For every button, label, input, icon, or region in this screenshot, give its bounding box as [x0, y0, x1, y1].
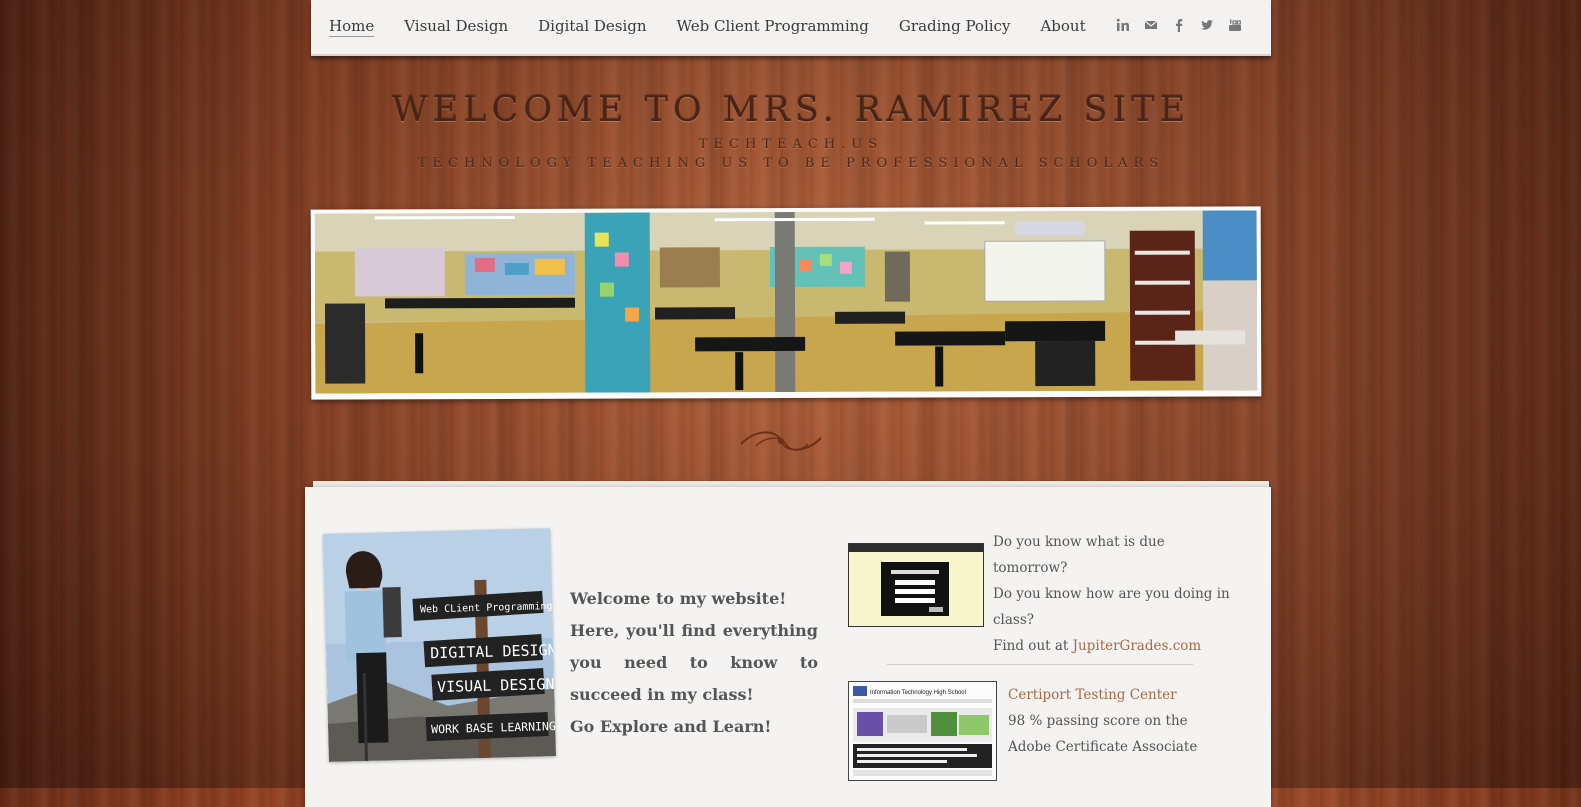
welcome-message: Welcome to my website! Here, you'll find…	[570, 583, 818, 743]
nav-item-grading-policy[interactable]: Grading Policy	[899, 17, 1011, 37]
top-nav: Home Visual Design Digital Design Web Cl…	[311, 0, 1271, 56]
jupiter-grades-link[interactable]: JupiterGrades.com	[1073, 638, 1202, 654]
certiport-thumbnail[interactable]: Information Technology High School	[848, 681, 997, 781]
jupiter-find-out: Find out at JupiterGrades.com	[993, 638, 1202, 654]
social-icons	[1115, 18, 1243, 34]
welcome-line: Welcome to my website!	[570, 589, 787, 608]
welcome-description: Here, you'll find everything you need to…	[570, 621, 818, 704]
main-content: Web CLient Programming DIGITAL DESIGN VI…	[305, 487, 1271, 807]
sign-digital-design: DIGITAL DESIGN	[430, 641, 556, 662]
sign-visual-design: VISUAL DESIGN	[437, 675, 555, 696]
welcome-cta: Go Explore and Learn!	[570, 717, 772, 736]
decorative-flourish-icon	[736, 424, 826, 458]
nav-menu: Home Visual Design Digital Design Web Cl…	[329, 17, 1116, 37]
jupiter-grades-info: Do you know what is due tomorrow? Do you…	[993, 529, 1233, 659]
teacher-photo: Web CLient Programming DIGITAL DESIGN VI…	[323, 528, 556, 762]
nav-item-home[interactable]: Home	[329, 17, 375, 37]
jupiter-question-due: Do you know what is due tomorrow?	[993, 534, 1165, 576]
certiport-link[interactable]: Certiport Testing Center	[1008, 687, 1177, 703]
nav-item-web-client-programming[interactable]: Web Client Programming	[677, 17, 869, 37]
section-divider	[887, 664, 1193, 665]
facebook-icon[interactable]	[1171, 18, 1187, 34]
nav-item-digital-design[interactable]: Digital Design	[538, 17, 646, 37]
site-title: WELCOME TO MRS. RAMIREZ SITE	[391, 90, 1191, 130]
certiport-info: Certiport Testing Center 98 % passing sc…	[1008, 682, 1248, 760]
nav-item-visual-design[interactable]: Visual Design	[404, 17, 508, 37]
linkedin-icon[interactable]	[1115, 18, 1131, 34]
mail-icon[interactable]	[1143, 18, 1159, 34]
site-tagline: TECHNOLOGY TEACHING US TO BE PROFESSIONA…	[417, 156, 1165, 171]
jupiter-grades-thumbnail[interactable]	[848, 543, 984, 627]
certiport-score: 98 % passing score on the	[1008, 713, 1188, 729]
classroom-panorama-image	[314, 210, 1258, 394]
classroom-banner	[310, 206, 1262, 400]
certiport-certificate: Adobe Certificate Associate	[1008, 739, 1198, 755]
twitter-icon[interactable]	[1199, 18, 1215, 34]
jupiter-question-grades: Do you know how are you doing in class?	[993, 586, 1230, 628]
site-subtitle: TECHTEACH.US	[698, 137, 884, 152]
certiport-thumb-title: Information Technology High School	[870, 690, 966, 696]
nav-item-about[interactable]: About	[1040, 17, 1085, 37]
youtube-icon[interactable]	[1227, 18, 1243, 34]
